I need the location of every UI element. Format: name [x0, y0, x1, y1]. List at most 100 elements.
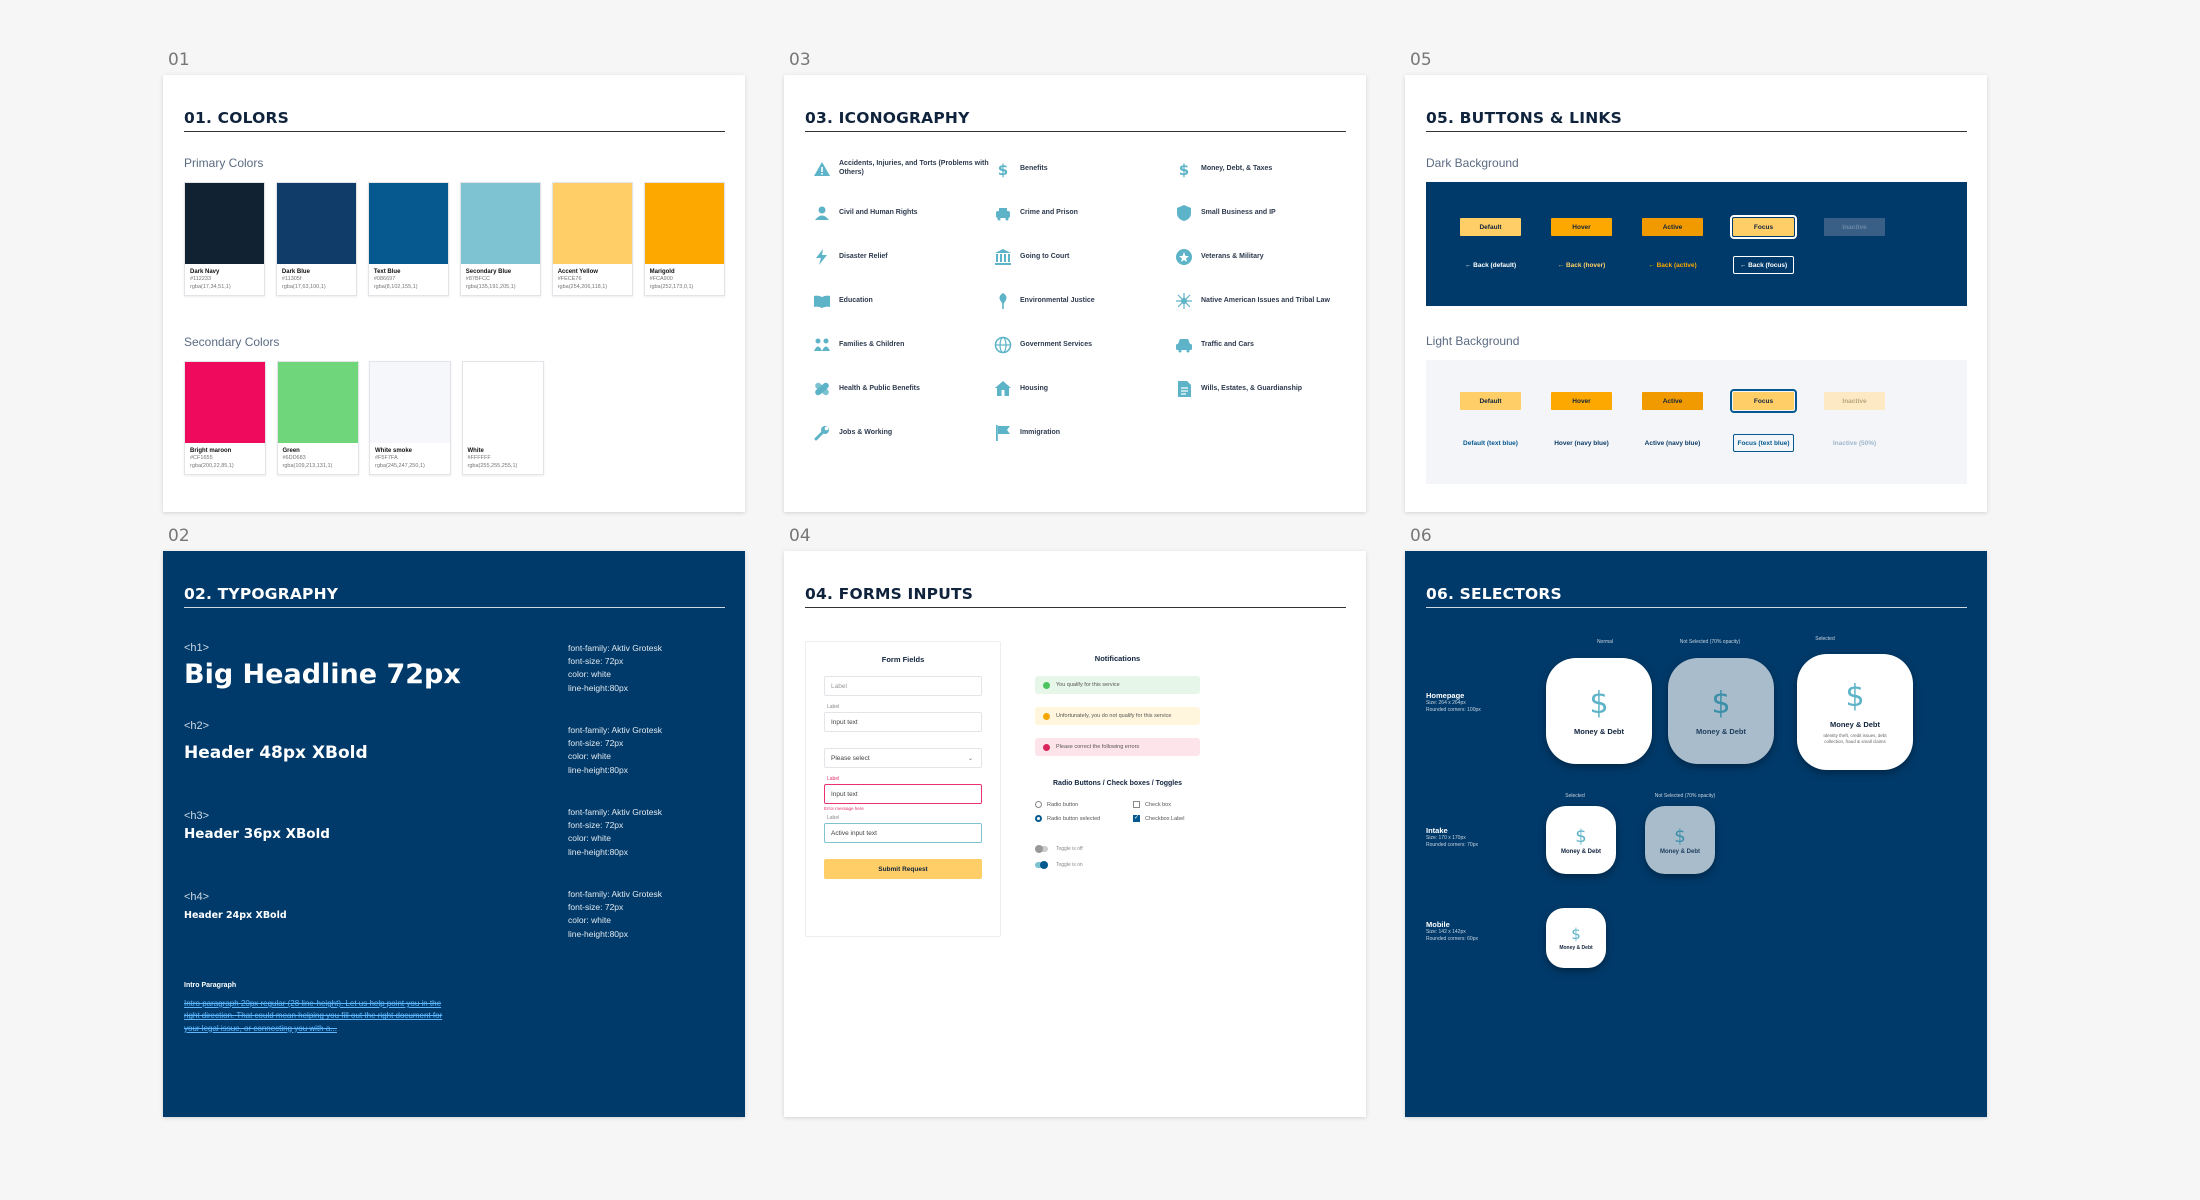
- swatch-fill: [370, 362, 450, 443]
- submit-button[interactable]: Submit Request: [824, 859, 982, 879]
- icon-label: Veterans & Military: [1201, 252, 1264, 260]
- h1-spec: font-family: Aktiv Grotesk font-size: 72p…: [568, 643, 662, 693]
- back-link[interactable]: ← Back (default): [1460, 256, 1521, 274]
- light-button-active[interactable]: Active: [1642, 392, 1703, 410]
- color-swatch: Bright maroon #CF1655 rgba(200,22,85,1): [184, 361, 266, 475]
- back-link[interactable]: ← Back (active): [1642, 256, 1703, 274]
- dark-button-active[interactable]: Active: [1642, 218, 1703, 236]
- icon-label: Jobs & Working: [839, 428, 893, 436]
- swatch-label: Text Blue #086697 rgba(8,102,155,1): [373, 269, 418, 290]
- swatch-fill: [185, 362, 265, 443]
- row-intake: Intake Size: 170 x 170px Rounded corners…: [1426, 826, 1478, 848]
- icon-item: $ Money, Debt, & Taxes: [1175, 160, 1356, 178]
- radio-button[interactable]: Radio button: [1035, 801, 1133, 808]
- dreamcatcher-icon: [1175, 292, 1201, 310]
- icon-label: Education: [839, 296, 873, 304]
- selector-mobile-normal[interactable]: $ Money & Debt: [1546, 908, 1606, 968]
- icon-label: Benefits: [1020, 164, 1048, 172]
- h1-sample: Big Headline 72px: [184, 659, 461, 690]
- active-input[interactable]: Label Active input text: [824, 815, 982, 843]
- caption-not-selected: Not Selected (70% opacity): [1679, 639, 1741, 645]
- dollar-icon: $: [1589, 686, 1609, 721]
- toggle-off[interactable]: Toggle is off: [1035, 845, 1200, 853]
- dark-button-panel: Default Hover Active Focus Inactive ← Back (…: [1426, 182, 1967, 306]
- typography-title: 02. TYPOGRAPHY: [184, 585, 725, 608]
- form-fields-title: Form Fields: [881, 655, 925, 664]
- dollar-icon: $: [1575, 825, 1587, 847]
- warning-icon: [813, 160, 839, 178]
- section-number-04: 04: [789, 526, 811, 546]
- icon-item: Wills, Estates, & Guardianship: [1175, 380, 1356, 398]
- selectors-card: 06. SELECTORS Normal Not Selected (70% o…: [1405, 551, 1987, 1117]
- text-link[interactable]: Focus (text blue): [1733, 434, 1794, 452]
- h2-spec: font-family: Aktiv Grotesk font-size: 72p…: [568, 725, 662, 775]
- intro-paragraph-label: Intro Paragraph: [184, 982, 237, 989]
- selector-homepage-selected[interactable]: $ Money & Debt Identity theft, credit iss…: [1797, 654, 1913, 770]
- courthouse-icon: [994, 248, 1020, 266]
- colors-title: 01. COLORS: [184, 109, 725, 132]
- globe-icon: [994, 336, 1020, 354]
- back-link[interactable]: ← Back (hover): [1551, 256, 1612, 274]
- toggle-on[interactable]: Toggle is on: [1035, 861, 1200, 869]
- text-link[interactable]: Default (text blue): [1460, 434, 1521, 452]
- h4-tag: <h4>: [184, 891, 210, 903]
- text-link[interactable]: Inactive (50%): [1824, 434, 1885, 452]
- check-box[interactable]: Check box: [1133, 801, 1203, 808]
- book-icon: [813, 292, 839, 310]
- secondary-swatches: Bright maroon #CF1655 rgba(200,22,85,1) Gre…: [184, 361, 725, 475]
- section-number-03: 03: [789, 50, 811, 70]
- notification: Unfortunately, you do not qualify for th…: [1035, 707, 1200, 725]
- select-dropdown[interactable]: Please select ⌄: [824, 748, 982, 768]
- icon-label: Going to Court: [1020, 252, 1070, 260]
- light-button-default[interactable]: Default: [1460, 392, 1521, 410]
- back-link[interactable]: ← Back (focus): [1733, 256, 1794, 274]
- section-number-02: 02: [168, 526, 190, 546]
- icon-item: Government Services: [994, 336, 1175, 354]
- h3-spec: font-family: Aktiv Grotesk font-size: 72p…: [568, 807, 662, 857]
- light-button-focus[interactable]: Focus: [1730, 389, 1797, 413]
- text-link[interactable]: Hover (navy blue): [1551, 434, 1612, 452]
- selector-intake-normal[interactable]: $ Money & Debt: [1546, 806, 1616, 874]
- icon-label: Disaster Relief: [839, 252, 888, 260]
- status-icon: [1043, 712, 1050, 720]
- dark-button-focus[interactable]: Focus: [1730, 215, 1797, 239]
- swatch-label: Dark Navy #112233 rgba(17,34,51,1): [190, 269, 231, 290]
- caption-normal: Normal: [1596, 639, 1614, 645]
- row-mobile: Mobile Size: 142 x 142px Rounded corners…: [1426, 920, 1478, 942]
- icon-grid: Accidents, Injuries, and Torts (Problems…: [805, 160, 1346, 442]
- error-input[interactable]: Label Input text: [824, 776, 982, 804]
- status-icon: [1043, 681, 1050, 689]
- swatch-label: White smoke #F5F7FA rgba(245,247,250,1): [375, 448, 425, 469]
- empty-input[interactable]: Label: [824, 676, 982, 696]
- swatch-label: Dark Blue #11305f rgba(17,63,100,1): [281, 269, 326, 290]
- icon-label: Wills, Estates, & Guardianship: [1201, 384, 1303, 392]
- dark-button-hover[interactable]: Hover: [1551, 218, 1612, 236]
- swatch-label: White #FFFFFF rgba(255,255,255,1): [467, 448, 518, 469]
- form-fields-panel: Form Fields Label Label Input text Please…: [805, 641, 1001, 937]
- icon-label: Money, Debt, & Taxes: [1201, 164, 1273, 172]
- selector-homepage-normal[interactable]: $ Money & Debt: [1546, 658, 1652, 764]
- filled-input[interactable]: Label Input text: [824, 704, 982, 732]
- intro-paragraph[interactable]: Intro paragraph 20px regular (28 line-he…: [184, 998, 454, 1035]
- dark-button-inactive[interactable]: Inactive: [1824, 218, 1885, 236]
- icon-item: Small Business and IP: [1175, 204, 1356, 222]
- icon-label: Civil and Human Rights: [839, 208, 918, 216]
- icon-item: Native American Issues and Tribal Law: [1175, 292, 1356, 310]
- color-swatch: White #FFFFFF rgba(255,255,255,1): [461, 361, 544, 475]
- radio-button-selected[interactable]: Radio button selected: [1035, 815, 1133, 822]
- checkbox-checked[interactable]: ✓ Checkbox Label: [1133, 815, 1203, 822]
- swatch-fill: [462, 362, 543, 443]
- notification-list: You qualify for this service Unfortunatel…: [1035, 676, 1200, 756]
- light-button-hover[interactable]: Hover: [1551, 392, 1612, 410]
- selector-homepage-not-selected[interactable]: $ Money & Debt: [1668, 658, 1774, 764]
- person-icon: [813, 204, 839, 222]
- flag-icon: [994, 424, 1020, 442]
- icon-label: Health & Public Benefits: [839, 384, 920, 392]
- secondary-colors-label: Secondary Colors: [184, 335, 280, 349]
- dark-button-default[interactable]: Default: [1460, 218, 1521, 236]
- caption-selected: Selected: [1815, 636, 1835, 642]
- selector-intake-not-selected[interactable]: $ Money & Debt: [1645, 806, 1715, 874]
- text-link[interactable]: Active (navy blue): [1642, 434, 1703, 452]
- light-button-inactive[interactable]: Inactive: [1824, 392, 1885, 410]
- h4-spec: font-family: Aktiv Grotesk font-size: 72p…: [568, 889, 662, 939]
